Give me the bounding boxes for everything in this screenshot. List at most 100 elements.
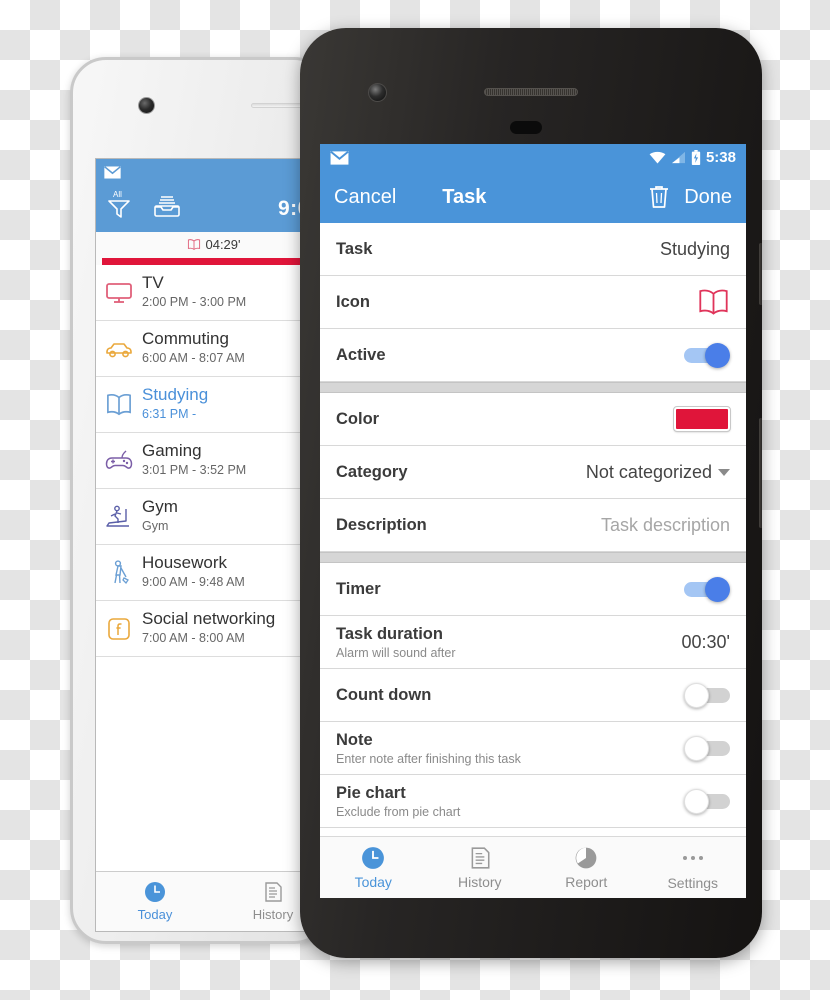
list-item-title: Commuting xyxy=(142,329,229,349)
front-camera-icon xyxy=(138,97,155,114)
task-form: Task Studying Icon Active Color Category… xyxy=(320,223,746,836)
form-row-timer[interactable]: Timer xyxy=(320,563,746,616)
form-row-timer-label: Timer xyxy=(336,579,381,598)
form-row-active-label: Active xyxy=(336,345,386,364)
done-button[interactable]: Done xyxy=(684,186,732,209)
list-item[interactable]: Commuting 6:00 AM - 8:07 AM xyxy=(96,321,327,377)
list-item-time: 6:31 PM - xyxy=(142,406,197,421)
gamepad-icon xyxy=(104,446,134,476)
toggle-knob xyxy=(684,735,709,761)
form-row-icon[interactable]: Icon xyxy=(320,276,746,329)
nav-tab-history-label: History xyxy=(252,907,294,922)
dark-statusbar: 5:38 xyxy=(320,144,746,171)
active-toggle[interactable] xyxy=(684,342,730,368)
power-button[interactable] xyxy=(759,243,762,305)
white-task-list: TV 2:00 PM - 3:00 PM Commuting 6:00 AM -… xyxy=(96,265,327,657)
list-item[interactable]: Gym Gym xyxy=(96,489,327,545)
toggle-knob xyxy=(684,788,709,814)
form-row-color-label: Color xyxy=(336,409,380,428)
form-row-note[interactable]: Note Enter note after finishing this tas… xyxy=(320,722,746,775)
task-duration-value: 00:30' xyxy=(681,631,730,652)
count-down-toggle[interactable] xyxy=(684,682,730,708)
car-icon xyxy=(104,334,134,364)
form-row-task[interactable]: Task Studying xyxy=(320,223,746,276)
wifi-icon xyxy=(649,151,666,164)
white-progress-bar xyxy=(102,258,326,265)
treadmill-icon xyxy=(104,502,134,532)
more-icon xyxy=(682,845,703,871)
housework-icon xyxy=(104,558,134,588)
battery-charging-icon xyxy=(691,150,701,165)
form-row-task-value: Studying xyxy=(659,238,730,259)
nav-tab-today[interactable]: Today xyxy=(320,837,427,898)
book-icon xyxy=(104,390,134,420)
chevron-down-icon[interactable] xyxy=(718,468,730,476)
section-divider xyxy=(320,552,746,563)
list-item-time: 3:01 PM - 3:52 PM xyxy=(142,462,247,477)
list-item-time: 7:00 AM - 8:00 AM xyxy=(142,630,245,645)
cancel-button[interactable]: Cancel xyxy=(334,186,396,209)
clock-icon xyxy=(362,846,385,869)
form-row-count-down[interactable]: Count down xyxy=(320,669,746,722)
form-row-active[interactable]: Active xyxy=(320,329,746,382)
list-item-time: 9:00 AM - 9:48 AM xyxy=(142,574,245,589)
nav-tab-settings-label: Settings xyxy=(667,874,719,891)
form-row-color[interactable]: Color xyxy=(320,393,746,446)
list-item-title: TV xyxy=(142,273,164,293)
form-row-note-label: Note xyxy=(336,730,373,749)
list-item[interactable]: TV 2:00 PM - 3:00 PM xyxy=(96,265,327,321)
filter-funnel-icon[interactable]: All xyxy=(106,190,132,225)
list-item-title: Housework xyxy=(142,553,228,573)
tv-icon xyxy=(104,278,134,308)
white-bottom-nav: Today History xyxy=(96,871,327,931)
list-item-time: Gym xyxy=(142,518,169,533)
form-row-category[interactable]: Category Not categorized xyxy=(320,446,746,499)
nav-tab-report[interactable]: Report xyxy=(533,837,640,898)
trash-icon[interactable] xyxy=(648,184,670,210)
form-row-pie-chart[interactable]: Pie chart Exclude from pie chart xyxy=(320,775,746,828)
form-row-task-duration[interactable]: Task duration Alarm will sound after 00:… xyxy=(320,616,746,669)
white-statusbar xyxy=(96,159,327,185)
pie-chart-toggle[interactable] xyxy=(684,788,730,814)
list-item[interactable]: Studying 6:31 PM - xyxy=(96,377,327,433)
earpiece-speaker xyxy=(484,88,578,96)
history-icon xyxy=(471,846,490,869)
nav-tab-today[interactable]: Today xyxy=(96,872,214,931)
white-timer-bar[interactable]: 04:29' xyxy=(96,232,327,265)
volume-button[interactable] xyxy=(759,418,762,528)
form-row-count-down-label: Count down xyxy=(336,685,432,704)
nav-tab-history[interactable]: History xyxy=(427,837,534,898)
nav-tab-settings[interactable]: Settings xyxy=(640,837,747,898)
list-item-title: Gym xyxy=(142,497,178,517)
list-item-time: 2:00 PM - 3:00 PM xyxy=(142,294,247,309)
list-item-title: Gaming xyxy=(142,441,202,461)
inbox-tray-icon[interactable] xyxy=(152,193,182,224)
list-item[interactable]: Social networking 7:00 AM - 8:00 AM xyxy=(96,601,327,657)
nav-tab-report-label: Report xyxy=(565,873,608,890)
form-row-task-duration-sublabel: Alarm will sound after xyxy=(336,645,456,660)
white-phone-screen: All 9:00 04:29' xyxy=(95,158,327,932)
signal-icon xyxy=(671,151,685,164)
list-item-title: Studying xyxy=(142,385,209,405)
category-selected-value: Not categorized xyxy=(585,461,712,482)
list-item[interactable]: Gaming 3:01 PM - 3:52 PM xyxy=(96,433,327,489)
note-toggle[interactable] xyxy=(684,735,730,761)
toggle-knob xyxy=(684,682,709,708)
proximity-sensor xyxy=(510,121,542,134)
timer-toggle[interactable] xyxy=(684,576,730,602)
white-toolbar: All 9:00 xyxy=(96,185,327,232)
form-row-task-label: Task xyxy=(336,239,373,258)
color-swatch[interactable] xyxy=(673,406,731,432)
history-icon xyxy=(265,882,282,902)
page-title: Task xyxy=(442,185,487,208)
dark-appbar: Cancel Task Done xyxy=(320,171,746,223)
form-row-description[interactable]: Description Task description xyxy=(320,499,746,552)
description-placeholder[interactable]: Task description xyxy=(601,515,730,536)
list-item-title: Social networking xyxy=(142,609,276,629)
form-row-category-label: Category xyxy=(336,462,408,481)
white-phone-device: All 9:00 04:29' xyxy=(70,57,330,944)
book-icon xyxy=(188,239,201,250)
toggle-knob xyxy=(705,342,730,368)
list-item[interactable]: Housework 9:00 AM - 9:48 AM xyxy=(96,545,327,601)
book-icon[interactable] xyxy=(697,287,730,317)
